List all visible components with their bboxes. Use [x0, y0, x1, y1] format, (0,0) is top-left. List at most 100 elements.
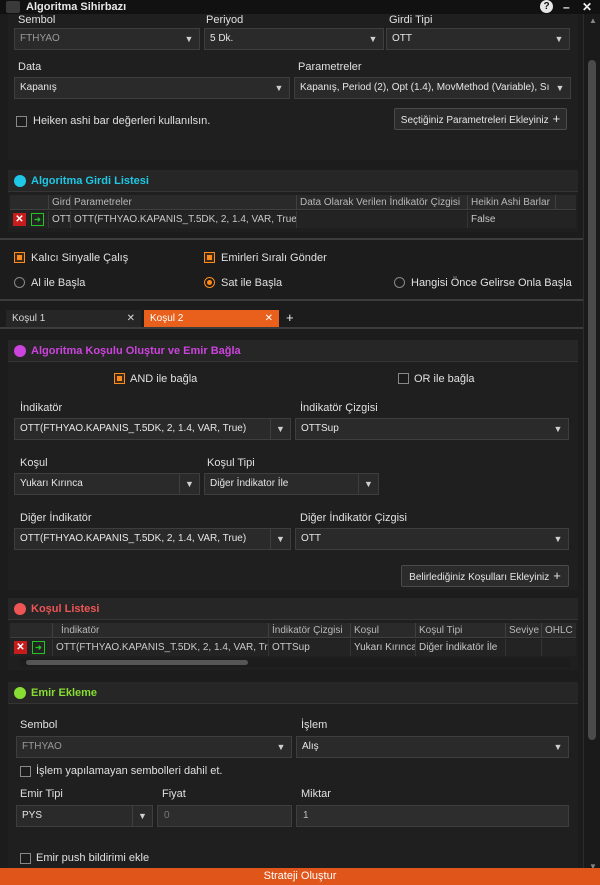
emir-panel: Emir Ekleme Sembol İşlem FTHYAO ▼ Alış ▼…: [8, 682, 578, 868]
plus-icon: +: [553, 568, 561, 583]
col-seviye[interactable]: Seviye: [505, 623, 541, 638]
girdi-listesi-title: Algoritma Girdi Listesi: [31, 175, 149, 187]
emir-tipi-dropdown[interactable]: PYS ▼: [16, 805, 153, 827]
miktar-input[interactable]: 1: [296, 805, 569, 827]
col-tip[interactable]: Koşul Tipi: [415, 623, 505, 638]
heiken-checkbox[interactable]: [16, 116, 27, 127]
delete-icon[interactable]: ✕: [14, 641, 27, 654]
tab-kosul-2[interactable]: Koşul 2 ✕: [144, 310, 279, 327]
indikator-label: İndikatör: [20, 402, 63, 414]
or-checkbox[interactable]: [398, 373, 409, 384]
indikator-cizgisi-dropdown[interactable]: OTTSup ▼: [295, 418, 569, 440]
delete-icon[interactable]: ✕: [13, 213, 26, 226]
vertical-scrollbar[interactable]: ▲ ▼: [583, 14, 600, 885]
data-dropdown[interactable]: Kapanış ▼: [14, 77, 290, 99]
close-icon[interactable]: ✕: [127, 310, 135, 327]
emir-sembol-dropdown[interactable]: FTHYAO ▼: [16, 736, 292, 758]
girdi-tipi-dropdown[interactable]: OTT ▼: [386, 28, 570, 50]
app-icon: [6, 1, 20, 13]
scroll-up-icon[interactable]: ▲: [589, 16, 597, 25]
cell-cizgi: OTTSup: [268, 639, 350, 656]
hangisi-radio[interactable]: [394, 277, 405, 288]
diger-value: OTT(FTHYAO.KAPANIS_T.5DK, 2, 1.4, VAR, T…: [20, 533, 247, 544]
purple-dot-icon: [14, 345, 26, 357]
kosul-header: Algoritma Koşulu Oluştur ve Emir Bağla: [8, 340, 578, 362]
kosul-table: İndikatör İndikatör Çizgisi Koşul Koşul …: [10, 623, 576, 659]
add-conditions-label: Belirlediğiniz Koşulları Ekleyiniz: [409, 572, 550, 583]
add-conditions-button[interactable]: Belirlediğiniz Koşulları Ekleyiniz +: [401, 565, 569, 587]
data-label: Data: [18, 61, 42, 73]
scroll-thumb[interactable]: [26, 660, 248, 665]
indikator-cizgisi-label: İndikatör Çizgisi: [300, 402, 378, 414]
push-checkbox[interactable]: [20, 853, 31, 864]
kosul-label: Koşul: [20, 457, 48, 469]
girdi-tipi-value: OTT: [392, 33, 412, 44]
and-checkbox[interactable]: [114, 373, 125, 384]
sembol-label: Sembol: [18, 14, 56, 26]
diger-cizgisi-dropdown[interactable]: OTT ▼: [295, 528, 569, 550]
cell-heikin: False: [467, 211, 555, 228]
cell-tip: Diğer İndikatör İle: [415, 639, 505, 656]
indikator-value: OTT(FTHYAO.KAPANIS_T.5DK, 2, 1.4, VAR, T…: [20, 423, 247, 434]
al-ile-label: Al ile Başla: [31, 277, 86, 289]
scroll-thumb[interactable]: [588, 60, 596, 740]
chevron-down-icon: ▼: [274, 83, 284, 93]
kosul-listesi-title: Koşul Listesi: [31, 603, 100, 615]
horizontal-scrollbar[interactable]: [20, 658, 570, 667]
col-data[interactable]: Data Olarak Verilen İndikatör Çizgisi: [296, 195, 467, 210]
col-heikin[interactable]: Heikin Ashi Barlar: [467, 195, 555, 210]
sat-ile-radio[interactable]: [204, 277, 215, 288]
parametreler-dropdown[interactable]: Kapanış, Period (2), Opt (1.4), MovMetho…: [294, 77, 571, 99]
close-icon[interactable]: ✕: [265, 310, 273, 327]
col-girdi[interactable]: Girdi: [48, 195, 70, 210]
emir-header: Emir Ekleme: [8, 682, 578, 704]
periyod-dropdown[interactable]: 5 Dk. ▼: [204, 28, 384, 50]
emirleri-checkbox[interactable]: [204, 252, 215, 263]
al-ile-radio[interactable]: [14, 277, 25, 288]
table-header: Girdi Parametreler Data Olarak Verilen İ…: [10, 195, 576, 210]
kosul-dropdown[interactable]: Yukarı Kırınca ▼: [14, 473, 200, 495]
dahil-checkbox[interactable]: [20, 766, 31, 777]
kosul-tipi-dropdown[interactable]: Diğer İndikator İle ▼: [204, 473, 379, 495]
help-icon[interactable]: ?: [540, 0, 553, 13]
minimize-icon[interactable]: –: [563, 0, 570, 14]
add-tab-button[interactable]: +: [286, 311, 294, 324]
tab-kosul-1[interactable]: Koşul 1 ✕: [6, 310, 141, 327]
chevron-down-icon: ▼: [276, 742, 286, 752]
add-params-button[interactable]: Seçtiğiniz Parametreleri Ekleyiniz +: [394, 108, 567, 130]
diger-dropdown[interactable]: OTT(FTHYAO.KAPANIS_T.5DK, 2, 1.4, VAR, T…: [14, 528, 291, 550]
col-kosul[interactable]: Koşul: [350, 623, 415, 638]
girdi-tipi-label: Girdi Tipi: [389, 14, 433, 26]
emir-tipi-label: Emir Tipi: [20, 788, 63, 800]
divider: [0, 299, 583, 301]
kosul-tipi-value: Diğer İndikator İle: [210, 478, 289, 489]
edit-icon[interactable]: ➜: [31, 213, 44, 226]
kalici-label: Kalıcı Sinyalle Çalış: [31, 252, 129, 264]
table-row[interactable]: ✕ ➜ OTT OTT(FTHYAO.KAPANIS_T.5DK, 2, 1.4…: [10, 211, 576, 228]
and-label: AND ile bağla: [130, 373, 198, 385]
cyan-dot-icon: [14, 175, 26, 187]
edit-icon[interactable]: ➜: [32, 641, 45, 654]
red-dot-icon: [14, 603, 26, 615]
col-parametreler[interactable]: Parametreler: [70, 195, 296, 210]
create-strategy-button[interactable]: Strateji Oluştur: [0, 868, 600, 885]
cell-kosul: Yukarı Kırınca: [350, 639, 415, 656]
kalici-checkbox[interactable]: [14, 252, 25, 263]
sembol-dropdown[interactable]: FTHYAO ▼: [14, 28, 200, 50]
col-cizgi[interactable]: İndikatör Çizgisi: [268, 623, 350, 638]
col-indikator[interactable]: İndikatör: [52, 623, 268, 638]
chevron-down-icon: ▼: [132, 806, 152, 826]
girdi-table: Girdi Parametreler Data Olarak Verilen İ…: [10, 195, 576, 231]
table-row[interactable]: ✕ ➜ OTT(FTHYAO.KAPANIS_T.5DK, 2, 1.4, VA…: [10, 639, 576, 656]
diger-cizgisi-label: Diğer İndikatör Çizgisi: [300, 512, 407, 524]
kosul-value: Yukarı Kırınca: [20, 478, 83, 489]
table-header: İndikatör İndikatör Çizgisi Koşul Koşul …: [10, 623, 576, 638]
heiken-label: Heiken ashi bar değerleri kullanılsın.: [33, 115, 211, 127]
close-icon[interactable]: ✕: [582, 0, 592, 14]
fiyat-input[interactable]: 0: [157, 805, 292, 827]
indikator-dropdown[interactable]: OTT(FTHYAO.KAPANIS_T.5DK, 2, 1.4, VAR, T…: [14, 418, 291, 440]
chevron-down-icon: ▼: [368, 34, 378, 44]
col-ohlc[interactable]: OHLC: [541, 623, 576, 638]
tab-underline: [0, 327, 583, 329]
islem-dropdown[interactable]: Alış ▼: [296, 736, 569, 758]
